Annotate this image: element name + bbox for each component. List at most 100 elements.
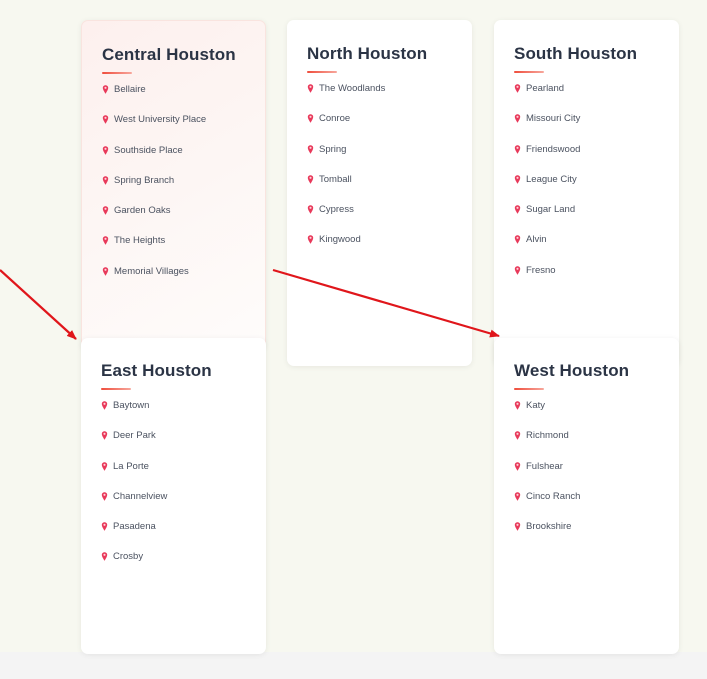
map-pin-icon	[102, 267, 109, 276]
region-card-south: South Houston Pearland Missouri City Frien…	[494, 20, 679, 366]
title-underline	[102, 72, 132, 74]
location-label: Memorial Villages	[114, 265, 189, 277]
location-label: Pearland	[526, 83, 565, 94]
location-item-alvin: Alvin	[514, 234, 679, 264]
map-pin-icon	[101, 522, 108, 531]
location-label: The Woodlands	[319, 83, 386, 94]
region-title: East Houston	[101, 361, 212, 380]
location-list: Bellaire West University Place Southside P…	[102, 84, 265, 296]
location-item-kingwood: Kingwood	[307, 234, 472, 264]
map-pin-icon	[307, 144, 314, 154]
map-pin-icon	[514, 401, 521, 410]
location-label: Pasadena	[113, 521, 156, 533]
location-item-cinco-ranch: Cinco Ranch	[514, 491, 679, 521]
map-pin-icon	[101, 552, 108, 562]
location-label: Richmond	[526, 430, 569, 442]
map-pin-icon	[514, 235, 521, 245]
location-item-fulshear: Fulshear	[514, 461, 679, 491]
map-pin-icon	[514, 144, 521, 154]
region-card-north: North Houston The Woodlands Conroe Spring T…	[287, 20, 472, 366]
location-item-conroe: Conroe	[307, 113, 472, 143]
location-label: Southside Place	[114, 144, 183, 156]
map-pin-icon	[307, 205, 314, 214]
map-pin-icon	[514, 84, 521, 93]
location-label: Crosby	[113, 551, 144, 563]
location-item-the-heights: The Heights	[102, 235, 265, 265]
page-footer-band	[0, 652, 707, 679]
location-item-channelview: Channelview	[101, 491, 266, 521]
map-pin-icon	[101, 492, 108, 501]
location-list: The Woodlands Conroe Spring Tomball Cypress K…	[307, 83, 472, 265]
region-card-east: East Houston Baytown Deer Park La Porte Cha…	[81, 338, 266, 654]
map-pin-icon	[514, 461, 521, 471]
map-pin-icon	[101, 401, 108, 410]
location-label: Cinco Ranch	[526, 490, 581, 502]
location-label: Channelview	[113, 490, 168, 502]
arrow-to-east-card	[0, 269, 77, 340]
location-label: Brookshire	[526, 521, 572, 533]
map-pin-icon	[514, 266, 521, 275]
location-label: La Porte	[113, 460, 149, 472]
map-pin-icon	[307, 84, 314, 93]
location-item-brookshire: Brookshire	[514, 521, 679, 551]
location-item-crosby: Crosby	[101, 551, 266, 581]
map-pin-icon	[514, 114, 521, 124]
location-label: Alvin	[526, 234, 547, 246]
location-list: Baytown Deer Park La Porte Channelview Pasad…	[101, 400, 266, 582]
location-list: Katy Richmond Fulshear Cinco Ranch Brookshir…	[514, 400, 679, 551]
location-item-garden-oaks: Garden Oaks	[102, 205, 265, 235]
location-item-missouri-city: Missouri City	[514, 113, 679, 143]
map-pin-icon	[307, 235, 314, 245]
location-label: Missouri City	[526, 113, 581, 125]
map-pin-icon	[102, 145, 109, 155]
map-pin-icon	[307, 114, 314, 124]
location-item-cypress: Cypress	[307, 204, 472, 234]
location-item-katy: Katy	[514, 400, 679, 430]
location-item-the-woodlands: The Woodlands	[307, 83, 472, 113]
location-label: West University Place	[114, 114, 207, 126]
location-label: The Heights	[114, 235, 166, 247]
location-item-fresno: Fresno	[514, 265, 679, 295]
location-item-memorial-villages: Memorial Villages	[102, 266, 265, 296]
location-label: Friendswood	[526, 143, 581, 155]
location-label: Baytown	[113, 400, 150, 411]
map-pin-icon	[102, 115, 109, 125]
location-item-tomball: Tomball	[307, 174, 472, 204]
region-title: South Houston	[514, 44, 638, 63]
location-item-la-porte: La Porte	[101, 461, 266, 491]
map-pin-icon	[514, 431, 521, 441]
location-label: Kingwood	[319, 234, 361, 246]
title-underline	[101, 388, 131, 390]
location-label: Katy	[526, 400, 546, 411]
title-underline	[307, 71, 337, 73]
location-item-richmond: Richmond	[514, 430, 679, 460]
map-pin-icon	[102, 236, 109, 246]
map-pin-icon	[514, 175, 521, 184]
location-label: Fresno	[526, 264, 556, 276]
location-label: Spring Branch	[114, 174, 175, 186]
location-item-spring: Spring	[307, 144, 472, 174]
location-label: Cypress	[319, 204, 354, 216]
location-item-spring-branch: Spring Branch	[102, 175, 265, 205]
location-item-bellaire: Bellaire	[102, 84, 265, 114]
location-label: Spring	[319, 143, 347, 155]
location-label: League City	[526, 173, 577, 185]
location-item-west-university-place: West University Place	[102, 114, 265, 144]
region-card-west: West Houston Katy Richmond Fulshear Cinco R…	[494, 338, 679, 654]
title-underline	[514, 388, 544, 390]
map-pin-icon	[102, 85, 109, 94]
location-label: Tomball	[319, 173, 352, 185]
location-label: Deer Park	[113, 430, 156, 442]
map-pin-icon	[514, 522, 521, 531]
location-label: Bellaire	[114, 84, 146, 95]
region-title: North Houston	[307, 44, 428, 63]
location-label: Sugar Land	[526, 204, 576, 216]
location-item-southside-place: Southside Place	[102, 145, 265, 175]
map-pin-icon	[514, 492, 521, 501]
map-pin-icon	[102, 176, 109, 185]
map-pin-icon	[101, 431, 108, 441]
location-item-baytown: Baytown	[101, 400, 266, 430]
location-item-deer-park: Deer Park	[101, 430, 266, 460]
map-pin-icon	[514, 205, 521, 214]
region-title: Central Houston	[102, 45, 236, 64]
